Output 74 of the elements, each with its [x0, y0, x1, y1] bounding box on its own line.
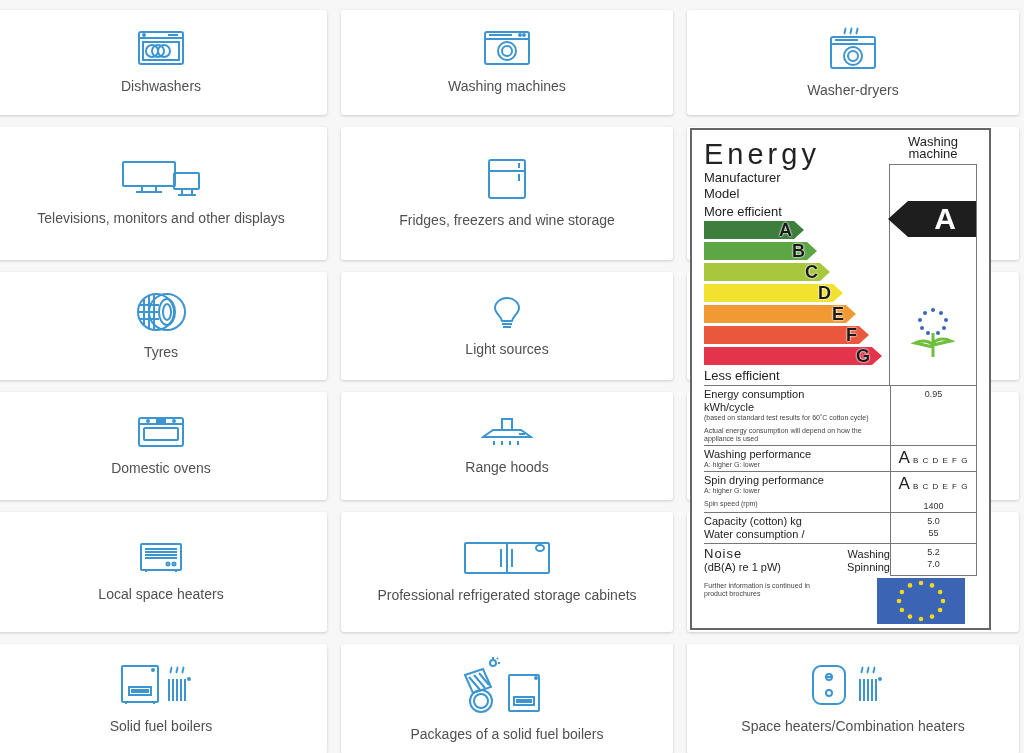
- energy-class-bar: G: [704, 347, 882, 365]
- refrigerated-cabinet-icon: [464, 541, 550, 574]
- category-title: Televisions, monitors and other displays: [37, 211, 285, 226]
- manufacturer-text: Manufacturer: [704, 170, 782, 186]
- category-card[interactable]: Light sources: [341, 272, 673, 380]
- energy-value: 0.95: [924, 388, 943, 400]
- spin-scale: B C D E F G: [912, 482, 969, 491]
- category-title: Washer-dryers: [807, 83, 899, 98]
- oven-icon: [138, 416, 184, 447]
- category-title: Professional refrigerated storage cabinets: [377, 587, 637, 603]
- spinning-label: Spinning: [847, 561, 890, 574]
- category-card[interactable]: Solid fuel boilers: [0, 644, 327, 753]
- noise-spinning-value: 7.0: [927, 558, 940, 570]
- noise-unit: (dB(A) re 1 pW): [704, 561, 781, 574]
- tyre-icon: [136, 292, 186, 331]
- fridge-icon: [488, 159, 526, 199]
- appliance-type: Washing machine: [906, 136, 960, 163]
- category-title: Solid fuel boilers: [109, 718, 213, 734]
- washing-machine-icon: [484, 31, 530, 65]
- category-title: Dishwashers: [120, 79, 202, 94]
- spin-grade: A: [898, 474, 910, 494]
- capacity-value: 5.0: [927, 515, 940, 527]
- category-card[interactable]: Local space heaters: [0, 512, 327, 632]
- energy-class-bar: E: [704, 305, 856, 323]
- category-card[interactable]: Professional refrigerated storage cabinets: [341, 512, 673, 632]
- washer-dryer-icon: [830, 27, 876, 69]
- spin-speed-value: 1400: [923, 500, 944, 512]
- energy-class-bar: B: [704, 242, 817, 260]
- washing-performance-label: Washing performance: [704, 448, 813, 461]
- category-card[interactable]: Space heaters/Combination heaters: [687, 644, 1019, 753]
- category-title: Local space heaters: [98, 586, 224, 602]
- category-card[interactable]: Dishwashers: [0, 10, 327, 115]
- category-title: Light sources: [465, 341, 549, 357]
- energy-consumption-label: Energy consumption: [704, 388, 806, 401]
- spin-drying-label: Spin drying performance: [704, 474, 825, 487]
- energy-class-bar: D: [704, 284, 843, 302]
- light-bulb-icon: [493, 295, 521, 328]
- category-title: Domestic ovens: [111, 460, 211, 476]
- category-title: Range hoods: [465, 459, 549, 475]
- noise-label: Noise: [704, 546, 744, 561]
- category-title: Tyres: [143, 344, 179, 360]
- more-efficient-text: More efficient: [704, 204, 783, 220]
- category-card[interactable]: Packages of a solid fuel boilers: [341, 644, 673, 753]
- energy-class-bar: C: [704, 263, 830, 281]
- category-title: Space heaters/Combination heaters: [741, 718, 965, 734]
- less-efficient-text: Less efficient: [704, 368, 781, 384]
- monitors-icon: [122, 161, 200, 197]
- eu-flag-icon: [877, 578, 965, 624]
- flower-icon: [911, 307, 955, 359]
- dishwasher-icon: [138, 31, 184, 65]
- washing-grade: A: [898, 448, 910, 468]
- space-heater-icon: [140, 542, 182, 573]
- energy-class-bar: A: [704, 221, 804, 239]
- category-card[interactable]: Range hoods: [341, 392, 673, 500]
- category-card[interactable]: Domestic ovens: [0, 392, 327, 500]
- noise-washing-value: 5.2: [927, 546, 940, 558]
- capacity-label: Capacity (cotton) kg: [704, 515, 803, 528]
- model-text: Model: [704, 186, 741, 202]
- label-title: Energy: [704, 138, 821, 170]
- category-title: Washing machines: [448, 79, 566, 94]
- water-label: Water consumption /: [704, 528, 806, 541]
- category-card[interactable]: Tyres: [0, 272, 327, 380]
- category-card[interactable]: Washing machines: [341, 10, 673, 115]
- category-title: Packages of a solid fuel boilers: [410, 726, 604, 742]
- water-value: 55: [928, 527, 939, 539]
- category-card[interactable]: Fridges, freezers and wine storage: [341, 127, 673, 260]
- energy-unit: kWh/cycle: [704, 401, 756, 414]
- washing-scale: B C D E F G: [912, 456, 969, 465]
- range-hood-icon: [481, 417, 533, 446]
- energy-class-bar: F: [704, 326, 869, 344]
- category-card[interactable]: Washer-dryers: [687, 10, 1019, 115]
- washing-label: Washing: [847, 548, 890, 561]
- category-title: Fridges, freezers and wine storage: [399, 213, 615, 228]
- category-card[interactable]: Televisions, monitors and other displays: [0, 127, 327, 260]
